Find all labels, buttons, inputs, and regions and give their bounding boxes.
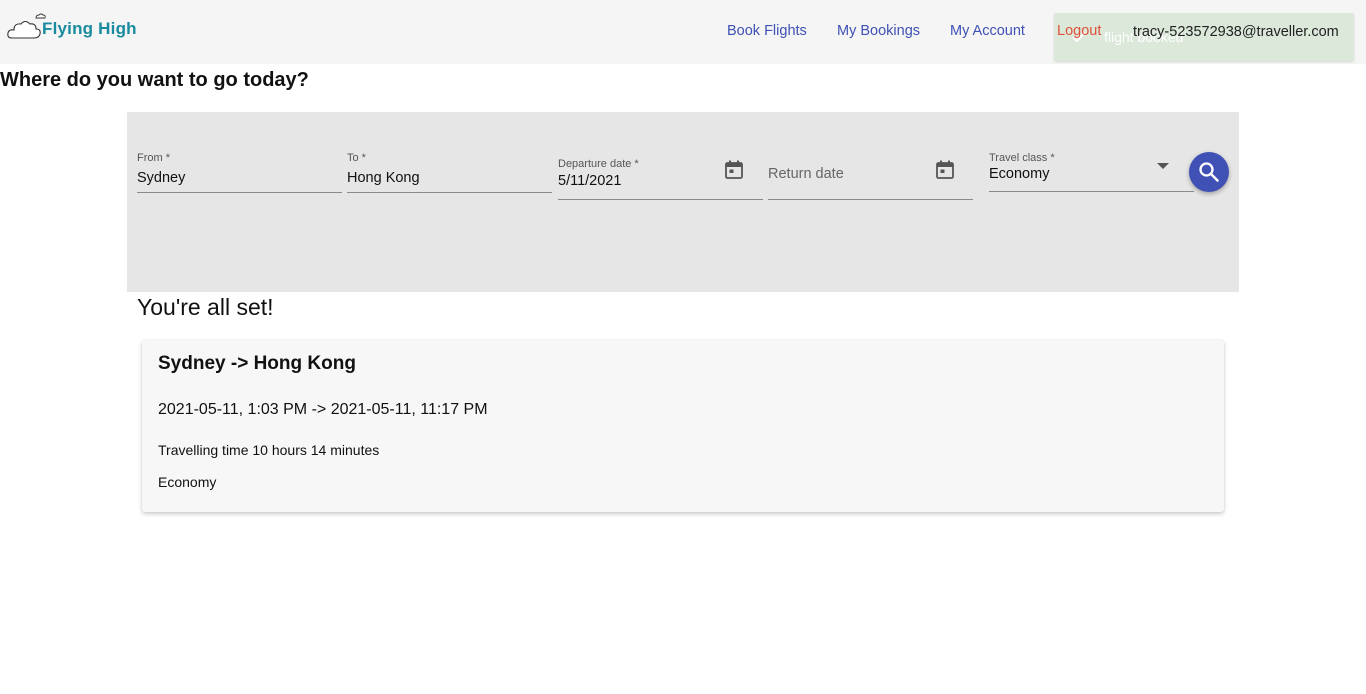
departure-date-field[interactable]: Departure date * 5/11/2021 (558, 158, 763, 200)
travel-class-value[interactable]: Economy (989, 166, 1049, 182)
from-label: From * (137, 152, 170, 164)
page-heading: Where do you want to go today? (0, 69, 309, 91)
flight-times: 2021-05-11, 1:03 PM -> 2021-05-11, 11:17… (158, 401, 488, 418)
to-underline (347, 192, 552, 193)
flight-route: Sydney -> Hong Kong (158, 353, 356, 374)
from-underline (137, 192, 342, 193)
departure-date-label: Departure date * (558, 158, 639, 170)
flight-search-panel: From * Sydney To * Hong Kong Departure d… (127, 112, 1239, 292)
to-label: To * (347, 152, 366, 164)
travel-class-label: Travel class * (989, 152, 1055, 164)
return-date-field[interactable]: Return date (768, 158, 973, 200)
departure-date-input[interactable]: 5/11/2021 (558, 173, 621, 189)
calendar-icon[interactable] (936, 160, 954, 179)
search-icon (1199, 162, 1219, 182)
top-app-bar: Flying High Book Flights My Bookings My … (0, 0, 1366, 64)
search-button[interactable] (1189, 152, 1229, 192)
confirmation-title: You're all set! (137, 294, 274, 320)
nav-my-account[interactable]: My Account (950, 23, 1025, 39)
from-field[interactable]: From * Sydney (137, 152, 342, 193)
flight-duration: Travelling time 10 hours 14 minutes (158, 442, 380, 458)
user-email: tracy-523572938@traveller.com (1133, 24, 1339, 40)
flight-class: Economy (158, 474, 217, 490)
travel-class-underline (989, 191, 1194, 192)
flight-booking-card: Sydney -> Hong Kong 2021-05-11, 1:03 PM … (142, 340, 1224, 512)
to-field[interactable]: To * Hong Kong (347, 152, 552, 193)
from-input[interactable]: Sydney (137, 170, 185, 186)
nav-logout[interactable]: Logout (1057, 23, 1101, 39)
nav-book-flights[interactable]: Book Flights (727, 23, 807, 39)
to-input[interactable]: Hong Kong (347, 170, 420, 186)
cloud-icon (7, 13, 46, 39)
departure-date-underline (558, 199, 763, 200)
calendar-icon[interactable] (725, 160, 743, 179)
return-date-underline (768, 199, 973, 200)
nav-my-bookings[interactable]: My Bookings (837, 23, 920, 39)
travel-class-select[interactable]: Travel class * Economy (989, 152, 1194, 192)
chevron-down-icon[interactable] (1157, 163, 1169, 169)
logo-text: Flying High (42, 19, 137, 38)
return-date-input[interactable]: Return date (768, 166, 844, 182)
